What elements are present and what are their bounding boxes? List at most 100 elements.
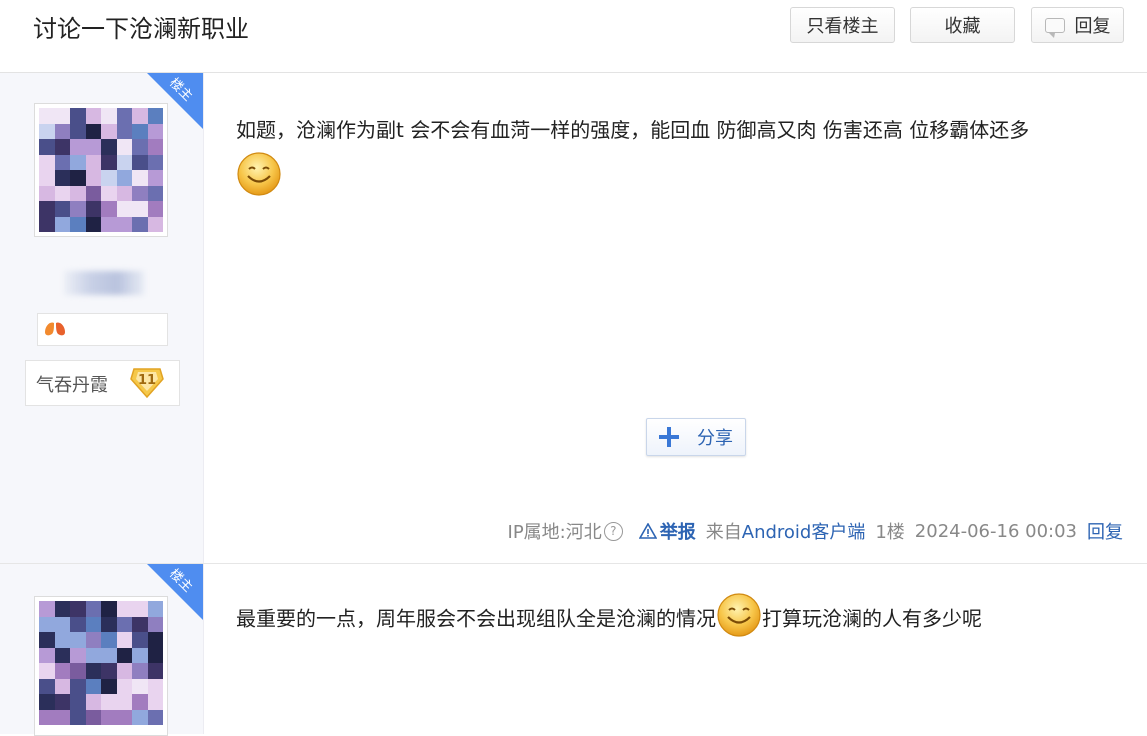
avatar-pixel [39,154,55,170]
avatar-pixel [147,170,163,186]
avatar-pixel [39,601,55,617]
avatar-pixel [39,201,55,217]
avatar-pixel [116,709,132,725]
avatar-pixel [54,647,70,663]
reply-header-button[interactable]: 回复 [1031,7,1124,43]
op-corner-badge: 楼主 [147,564,203,620]
avatar-pixel [101,139,117,155]
avatar-pixel [116,601,132,617]
reply-link[interactable]: 回复 [1087,518,1123,544]
smiley-emoji-icon [717,593,761,637]
avatar-image [39,601,163,725]
post-floor-2: 楼主 最重要的一点，周年服会不会出现组队全是沧澜的情况 打算玩沧澜的人有多少呢 [0,564,1147,736]
avatar-pixel [132,647,148,663]
avatar-pixel [101,678,117,694]
avatar-pixel [85,185,101,201]
avatar-pixel [147,709,163,725]
avatar-pixel [70,154,86,170]
question-icon[interactable]: ? [603,521,623,541]
post-content: 如题，沧澜作为副t 会不会有血菏一样的强度，能回血 防御高又肉 伤害还高 位移霸… [236,115,1116,197]
report-link[interactable]: 举报 [638,518,696,544]
avatar-pixel [101,709,117,725]
avatar-pixel [54,663,70,679]
only-op-label: 只看楼主 [806,16,879,37]
avatar-pixel [70,647,86,663]
avatar-pixel [54,616,70,632]
avatar-pixel [70,216,86,232]
avatar-pixel [54,108,70,124]
avatar-pixel [39,185,55,201]
avatar-pixel [70,616,86,632]
avatar-pixel [70,663,86,679]
avatar-pixel [116,123,132,139]
avatar-pixel [54,709,70,725]
avatar-pixel [116,216,132,232]
only-op-button[interactable]: 只看楼主 [790,7,895,43]
avatar-pixel [101,694,117,710]
avatar-pixel [70,123,86,139]
post-content: 最重要的一点，周年服会不会出现组队全是沧澜的情况 打算玩沧澜的人有多少呢 [236,593,1116,638]
level-diamond-icon: 11 [130,368,164,399]
speech-bubble-icon [1044,17,1065,38]
avatar-pixel [101,216,117,232]
share-button[interactable]: 分享 [646,418,746,456]
avatar-pixel [54,154,70,170]
avatar-pixel [132,170,148,186]
avatar-pixel [70,185,86,201]
author-name-blurred[interactable] [64,271,144,295]
avatar-pixel [101,123,117,139]
op-corner-badge: 楼主 [147,73,203,129]
avatar-pixel [147,201,163,217]
favorite-button[interactable]: 收藏 [910,7,1015,43]
avatar-pixel [132,201,148,217]
avatar-pixel [132,185,148,201]
from-prefix: 来自 [705,522,742,543]
avatar-pixel [39,632,55,648]
avatar-pixel [85,694,101,710]
avatar-pixel [147,647,163,663]
avatar-pixel [70,709,86,725]
share-label: 分享 [697,428,733,449]
avatar-pixel [85,663,101,679]
share-plus-icon [659,427,679,447]
avatar-pixel [39,108,55,124]
level-badge-box[interactable]: 气吞丹霞 11 [25,360,180,406]
avatar-pixel [101,185,117,201]
avatar-pixel [132,108,148,124]
favorite-label: 收藏 [944,16,981,37]
avatar-pixel [101,632,117,648]
member-badge-box [37,313,168,346]
warning-triangle-icon [638,523,657,539]
thread-header: 讨论一下沧澜新职业 只看楼主 收藏 回复 [0,0,1147,73]
avatar-pixel [85,139,101,155]
avatar-pixel [116,139,132,155]
client-link[interactable]: Android客户端 [742,522,866,543]
avatar-pixel [132,216,148,232]
avatar-pixel [116,678,132,694]
post-meta: IP属地:河北 ? 举报 来自Android客户端 1楼 2024-06-16 … [498,518,1123,544]
ip-text: IP属地:河北 [507,522,602,543]
lung-badge-icon [45,322,65,336]
avatar-pixel [101,154,117,170]
avatar-pixel [54,185,70,201]
avatar-pixel [147,663,163,679]
avatar-pixel [132,154,148,170]
level-number: 11 [138,373,156,388]
avatar-pixel [39,709,55,725]
avatar-pixel [70,170,86,186]
avatar-pixel [54,216,70,232]
level-name: 气吞丹霞 [36,375,108,396]
avatar-pixel [101,616,117,632]
avatar-pixel [116,694,132,710]
avatar-pixel [132,123,148,139]
avatar-pixel [70,139,86,155]
avatar-pixel [85,632,101,648]
avatar-pixel [85,123,101,139]
avatar-pixel [39,694,55,710]
post-floor-1: 气吞丹霞 11 楼主 如题，沧澜作为副t 会不会有血菏一样的强度，能回血 防御高… [0,73,1147,564]
ip-location: IP属地:河北 [508,518,602,544]
avatar-pixel [147,154,163,170]
avatar-pixel [85,601,101,617]
author-sidebar: 楼主 [0,564,204,736]
avatar-pixel [116,154,132,170]
